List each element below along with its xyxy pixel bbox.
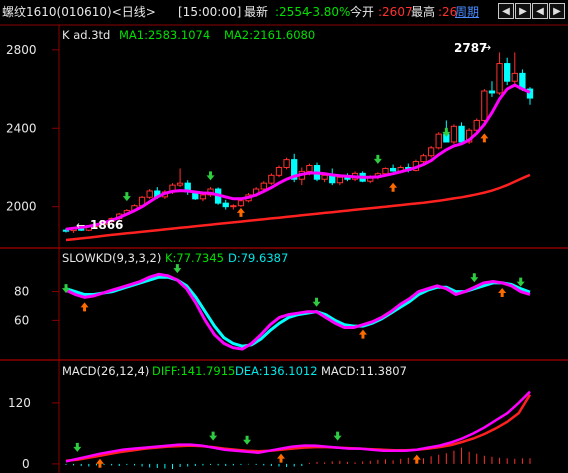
- candle-body: [306, 165, 313, 172]
- candle-body: [427, 147, 435, 157]
- sell-signal-arrow-icon: [73, 442, 82, 452]
- low-arrow-icon: ←: [76, 219, 85, 232]
- buy-signal-arrow-icon: [498, 287, 507, 297]
- candle-body: [283, 159, 290, 168]
- high-arrow-icon: →: [482, 41, 491, 54]
- sell-signal-arrow-icon: [312, 297, 321, 307]
- candle-body: [511, 72, 518, 82]
- dea-series-line: [65, 394, 532, 463]
- macd-legend: MACD:11.3807: [321, 364, 407, 378]
- buy-signal-arrow-icon: [480, 133, 489, 143]
- candle-body: [222, 202, 229, 208]
- price-panel-label: K ad.3td: [62, 28, 110, 42]
- buy-signal-arrow-icon: [389, 182, 398, 192]
- candle-body: [504, 63, 511, 82]
- k-legend: K:77.7345: [165, 251, 224, 265]
- diff-legend: DIFF:141.7915: [152, 364, 235, 378]
- sell-signal-arrow-icon: [122, 192, 131, 202]
- candle-body: [146, 190, 153, 198]
- candle-body: [458, 125, 465, 143]
- candle-body: [268, 174, 275, 184]
- candle-body: [435, 133, 442, 149]
- sell-signal-arrow-icon: [206, 171, 215, 181]
- candle-body: [176, 182, 184, 186]
- candle-body: [321, 174, 328, 180]
- dea-legend: DEA:136.1012: [235, 364, 318, 378]
- candle-body: [275, 166, 283, 176]
- buy-signal-arrow-icon: [412, 454, 421, 464]
- macd-y-tick-label: 0: [22, 457, 30, 471]
- candle-body: [420, 155, 427, 163]
- candle-body: [382, 167, 389, 175]
- kd-panel-label: SLOWKD(9,3,3,2): [62, 251, 161, 265]
- macd-y-tick-label: 120: [8, 396, 31, 410]
- buy-signal-arrow-icon: [80, 302, 89, 312]
- price-panel: K ad.3td MA1:2583.1074 MA2:2161.6080 280…: [6, 28, 534, 242]
- candle-body: [488, 90, 496, 94]
- sell-signal-arrow-icon: [373, 154, 382, 164]
- price-y-tick-label: 2000: [6, 200, 37, 214]
- sell-signal-arrow-icon: [470, 273, 479, 283]
- sell-signal-arrow-icon: [209, 431, 218, 441]
- candle-body: [481, 90, 488, 121]
- candle-body: [237, 200, 245, 207]
- slowkd-panel: SLOWKD(9,3,3,2) K:77.7345 D:79.6387 80 60: [14, 251, 531, 351]
- low-price-annotation: 1866: [90, 218, 123, 232]
- candle-body: [450, 125, 458, 143]
- chart-canvas[interactable]: K ad.3td MA1:2583.1074 MA2:2161.6080 280…: [0, 0, 568, 473]
- buy-signal-arrow-icon: [277, 453, 286, 463]
- candle-body: [496, 63, 503, 94]
- buy-signal-arrow-icon: [95, 458, 104, 468]
- candle-body: [260, 182, 267, 190]
- sell-signal-arrow-icon: [173, 264, 182, 274]
- candle-body: [336, 176, 343, 184]
- sell-signal-arrow-icon: [333, 431, 342, 441]
- macd-panel-label: MACD(26,12,4): [62, 364, 149, 378]
- candle-body: [199, 194, 207, 200]
- sell-signal-arrow-icon: [516, 277, 525, 287]
- macd-panel: MACD(26,12,4) DIFF:141.7915 DEA:136.1012…: [8, 364, 532, 471]
- candle-body: [389, 167, 397, 172]
- buy-signal-arrow-icon: [236, 207, 245, 217]
- ma1-legend: MA1:2583.1074: [119, 28, 210, 42]
- d-legend: D:79.6387: [228, 251, 288, 265]
- kd-y-tick-label: 60: [14, 313, 29, 327]
- buy-signal-arrow-icon: [358, 329, 367, 339]
- kd-y-tick-label: 80: [14, 285, 29, 299]
- candle-body: [230, 205, 237, 208]
- price-y-tick-label: 2400: [6, 121, 37, 135]
- sell-signal-arrow-icon: [243, 435, 252, 445]
- ma2-legend: MA2:2161.6080: [224, 28, 315, 42]
- price-y-tick-label: 2800: [6, 43, 37, 57]
- candle-body: [473, 119, 480, 131]
